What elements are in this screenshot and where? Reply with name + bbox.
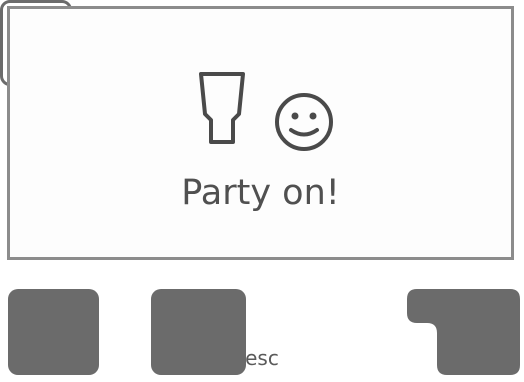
status-message: Party on! [181, 173, 340, 213]
device-panel: Party on! esc [0, 0, 524, 382]
lcd-display: Party on! [7, 6, 514, 260]
soft-key-4[interactable] [407, 289, 520, 375]
glass-icon [199, 72, 245, 144]
smiley-icon [275, 93, 333, 151]
